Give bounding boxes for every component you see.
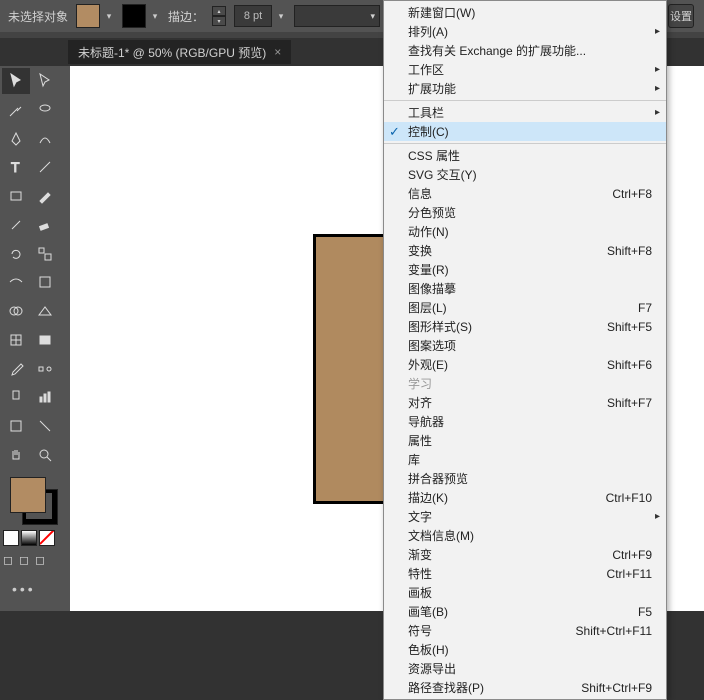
tools-panel: T ◻ ◻ ◻	[0, 66, 70, 611]
menu-type[interactable]: 文字	[384, 507, 666, 526]
width-tool[interactable]	[2, 269, 30, 295]
draw-behind[interactable]: ◻	[19, 553, 33, 567]
hand-tool[interactable]	[2, 442, 30, 468]
lasso-tool[interactable]	[31, 97, 59, 123]
menu-symbols[interactable]: 符号Shift+Ctrl+F11	[384, 621, 666, 640]
prefs-button-2[interactable]: 设置	[668, 4, 694, 28]
selection-tool[interactable]	[2, 68, 30, 94]
edit-toolbar-icon[interactable]: •••	[2, 571, 68, 609]
menu-pattern-options[interactable]: 图案选项	[384, 336, 666, 355]
no-selection-label: 未选择对象	[8, 8, 68, 25]
curvature-tool[interactable]	[31, 126, 59, 152]
menu-separator	[384, 143, 666, 144]
menu-workspace[interactable]: 工作区	[384, 60, 666, 79]
menu-graphic-styles[interactable]: 图形样式(S)Shift+F5	[384, 317, 666, 336]
close-icon[interactable]: ×	[274, 45, 281, 59]
free-transform-tool[interactable]	[31, 269, 59, 295]
menu-brushes[interactable]: 画笔(B)F5	[384, 602, 666, 621]
rect-tool[interactable]	[2, 183, 30, 209]
menu-exchange[interactable]: 查找有关 Exchange 的扩展功能...	[384, 41, 666, 60]
stroke-spinner[interactable]: ▴▾	[212, 6, 226, 26]
fill-swatch[interactable]	[76, 4, 100, 28]
stroke-width-input[interactable]: 8 pt	[234, 5, 272, 27]
menu-layers[interactable]: 图层(L)F7	[384, 298, 666, 317]
menu-info[interactable]: 信息Ctrl+F8	[384, 184, 666, 203]
stroke-label: 描边：	[168, 8, 204, 25]
svg-text:T: T	[11, 159, 20, 175]
menu-variables[interactable]: 变量(R)	[384, 260, 666, 279]
fill-dropdown-icon[interactable]: ▾	[102, 11, 116, 22]
menu-appearance[interactable]: 外观(E)Shift+F6	[384, 355, 666, 374]
menu-css-properties[interactable]: CSS 属性	[384, 146, 666, 165]
zoom-tool[interactable]	[31, 442, 59, 468]
blend-tool[interactable]	[31, 356, 59, 382]
draw-normal[interactable]: ◻	[3, 553, 17, 567]
perspective-tool[interactable]	[31, 298, 59, 324]
menu-align[interactable]: 对齐Shift+F7	[384, 393, 666, 412]
menu-sep-preview[interactable]: 分色预览	[384, 203, 666, 222]
menu-swatches[interactable]: 色板(H)	[384, 640, 666, 659]
magic-wand-tool[interactable]	[2, 97, 30, 123]
tab-title: 未标题-1* @ 50% (RGB/GPU 预览)	[78, 44, 266, 61]
menu-flattener[interactable]: 拼合器预览	[384, 469, 666, 488]
stroke-dropdown-icon[interactable]: ▾	[148, 11, 162, 22]
gradient-tool[interactable]	[31, 327, 59, 353]
stroke-width-dd[interactable]: ▾	[274, 11, 288, 22]
mode-none[interactable]	[39, 530, 55, 546]
mesh-tool[interactable]	[2, 327, 30, 353]
menu-control[interactable]: 控制(C)	[384, 122, 666, 141]
artboard-tool[interactable]	[2, 413, 30, 439]
menu-new-window[interactable]: 新建窗口(W)	[384, 3, 666, 22]
brush-tool[interactable]	[31, 183, 59, 209]
stroke-swatch[interactable]	[122, 4, 146, 28]
menu-extensions[interactable]: 扩展功能	[384, 79, 666, 98]
shape-builder-tool[interactable]	[2, 298, 30, 324]
menu-separator	[384, 100, 666, 101]
line-tool[interactable]	[31, 154, 59, 180]
shaper-tool[interactable]	[2, 212, 30, 238]
menu-stroke[interactable]: 描边(K)Ctrl+F10	[384, 488, 666, 507]
pen-tool[interactable]	[2, 126, 30, 152]
menu-libraries[interactable]: 库	[384, 450, 666, 469]
scale-tool[interactable]	[31, 241, 59, 267]
menu-gradient[interactable]: 渐变Ctrl+F9	[384, 545, 666, 564]
menu-navigator[interactable]: 导航器	[384, 412, 666, 431]
document-tab[interactable]: 未标题-1* @ 50% (RGB/GPU 预览) ×	[68, 40, 291, 64]
mode-gradient[interactable]	[21, 530, 37, 546]
menu-pathfinder[interactable]: 路径查找器(P)Shift+Ctrl+F9	[384, 678, 666, 697]
window-menu-dropdown: 新建窗口(W) 排列(A) 查找有关 Exchange 的扩展功能... 工作区…	[383, 0, 667, 700]
draw-inside[interactable]: ◻	[35, 553, 49, 567]
direct-select-tool[interactable]	[31, 68, 59, 94]
menu-learn: 学习	[384, 374, 666, 393]
slice-tool[interactable]	[31, 413, 59, 439]
menu-attributes[interactable]: 属性	[384, 431, 666, 450]
menu-image-trace[interactable]: 图像描摹	[384, 279, 666, 298]
menu-transform[interactable]: 变换Shift+F8	[384, 241, 666, 260]
eyedropper-tool[interactable]	[2, 356, 30, 382]
eraser-tool[interactable]	[31, 212, 59, 238]
screen-mode-row: ◻ ◻ ◻	[2, 552, 68, 570]
menu-toolbar[interactable]: 工具栏	[384, 103, 666, 122]
fill-stroke-swatch[interactable]	[10, 477, 58, 525]
menu-asset-export[interactable]: 资源导出	[384, 659, 666, 678]
menu-svg[interactable]: SVG 交互(Y)	[384, 165, 666, 184]
mode-color[interactable]	[3, 530, 19, 546]
menu-properties[interactable]: 特性Ctrl+F11	[384, 564, 666, 583]
menu-artboards[interactable]: 画板	[384, 583, 666, 602]
color-mode-row	[2, 529, 68, 549]
symbol-sprayer-tool[interactable]	[2, 384, 30, 410]
menu-document-info[interactable]: 文档信息(M)	[384, 526, 666, 545]
menu-actions[interactable]: 动作(N)	[384, 222, 666, 241]
profile-dropdown[interactable]: ▾	[294, 5, 380, 27]
graph-tool[interactable]	[31, 384, 59, 410]
rotate-tool[interactable]	[2, 241, 30, 267]
type-tool[interactable]: T	[2, 154, 30, 180]
menu-arrange[interactable]: 排列(A)	[384, 22, 666, 41]
